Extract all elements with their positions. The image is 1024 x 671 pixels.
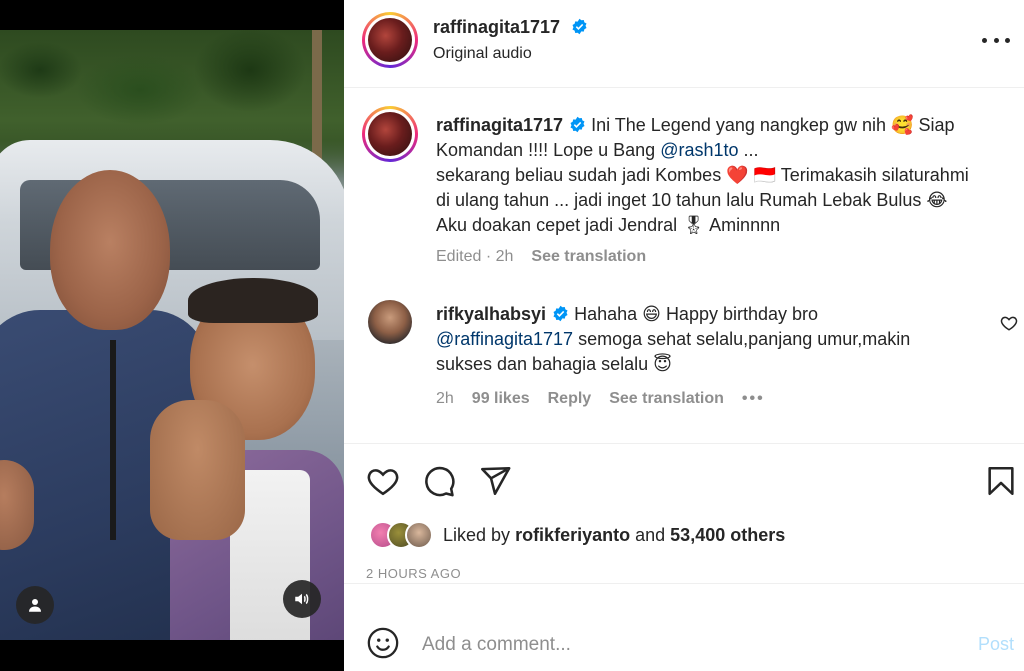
comment-icon[interactable] <box>422 464 456 498</box>
caption-author-avatar[interactable] <box>362 106 418 162</box>
caption-line2: Komandan !!!! Lope u Bang <box>436 140 656 160</box>
liked-by-prefix: Liked by <box>443 524 511 545</box>
liked-by-others[interactable]: 53,400 others <box>670 525 785 546</box>
post-timestamp[interactable]: 2 HOURS AGO <box>366 566 461 581</box>
reply-meta: 2h 99 likes Reply See translation ••• <box>436 390 765 408</box>
caption-see-translation[interactable]: See translation <box>531 248 646 266</box>
caption-line3-tail: Terimakasih silaturahmi <box>780 165 969 185</box>
author-username[interactable]: raffinagita1717 <box>433 17 560 37</box>
caption-line1: Ini The Legend yang nangkep gw nih <box>591 115 886 135</box>
comment-input[interactable] <box>422 630 922 660</box>
author-avatar[interactable] <box>362 12 418 68</box>
caption-ellipsis: ... <box>743 140 759 160</box>
reply-time: 2h <box>436 390 454 407</box>
liked-by-user[interactable]: rofikferiyanto <box>515 525 630 546</box>
caption-author-username[interactable]: raffinagita1717 <box>436 115 563 135</box>
instagram-post-view: raffinagita1717 Original audio raffinagi… <box>0 0 1024 671</box>
medal-emoji: 🎖 <box>682 215 706 235</box>
person-tag-icon[interactable] <box>16 586 54 624</box>
halo-smile-emoji: 😇 <box>653 354 672 374</box>
liked-by-summary: Liked by rofikferiyanto and 53,400 other… <box>369 521 785 549</box>
caption-text: raffinagita1717 Ini The Legend yang nang… <box>436 113 1006 238</box>
reply-likes-count[interactable]: 99 likes <box>472 390 530 408</box>
reply-line2: semoga sehat selalu,panjang umur,makin <box>578 329 911 349</box>
reply-author-username[interactable]: rifkyalhabsyi <box>436 304 546 324</box>
post-details-panel: raffinagita1717 Original audio raffinagi… <box>344 0 1024 671</box>
media-panel <box>0 0 344 671</box>
caption-line4: di ulang tahun ... jadi inget 10 tahun l… <box>436 190 922 210</box>
grinning-emoji: 😄 <box>642 304 661 324</box>
reply-text: rifkyalhabsyi Hahaha 😄 Happy birthday br… <box>436 302 986 377</box>
post-actions: Liked by rofikferiyanto and 53,400 other… <box>344 444 1024 584</box>
reply-author-avatar[interactable] <box>368 300 412 344</box>
caption-line5: Aku doakan cepet jadi Jendral <box>436 215 678 235</box>
reply-line1: Hahaha <box>574 304 638 324</box>
more-horizontal-icon[interactable] <box>982 30 1010 50</box>
emoji-picker-icon[interactable] <box>366 626 400 660</box>
reply-button[interactable]: Reply <box>548 390 592 408</box>
caption-edited-time: Edited · 2h <box>436 248 514 265</box>
bookmark-icon[interactable] <box>984 464 1018 498</box>
more-options-icon[interactable]: ••• <box>742 390 765 408</box>
reply-line3: sukses dan bahagia selalu <box>436 354 649 374</box>
caption-line1-tail: Siap <box>918 115 955 135</box>
verified-badge-icon <box>570 116 585 133</box>
comments-section: raffinagita1717 Ini The Legend yang nang… <box>344 88 1024 444</box>
verified-badge-icon <box>553 305 568 322</box>
heart-icon[interactable] <box>366 464 400 498</box>
speaker-volume-icon[interactable] <box>283 580 321 618</box>
reply-see-translation[interactable]: See translation <box>609 390 724 408</box>
like-comment-heart-icon[interactable] <box>1000 314 1018 332</box>
red-heart-emoji: ❤️ <box>726 165 749 185</box>
laughing-emoji: 😂 <box>926 190 948 210</box>
caption-meta: Edited · 2h See translation <box>436 248 646 266</box>
liker-avatar[interactable] <box>405 521 433 549</box>
verified-badge-icon <box>572 18 587 35</box>
smiling-hearts-emoji: 🥰 <box>891 115 914 135</box>
post-header: raffinagita1717 Original audio <box>344 0 1024 88</box>
mention-link[interactable]: @raffinagita1717 <box>436 329 573 349</box>
share-icon[interactable] <box>478 464 512 498</box>
comment-composer: Post <box>344 616 1024 671</box>
mention-link[interactable]: @rash1to <box>660 140 738 160</box>
audio-label[interactable]: Original audio <box>433 45 532 63</box>
reply-line1-tail: Happy birthday bro <box>665 304 819 324</box>
caption-line3: sekarang beliau sudah jadi Kombes <box>436 165 722 185</box>
caption-line5-tail: Aminnnn <box>709 215 781 235</box>
post-comment-button[interactable]: Post <box>978 634 1014 655</box>
liked-by-and: and <box>635 524 666 545</box>
indonesia-flag-emoji: 🇮🇩 <box>753 165 777 185</box>
post-video[interactable] <box>0 30 344 640</box>
